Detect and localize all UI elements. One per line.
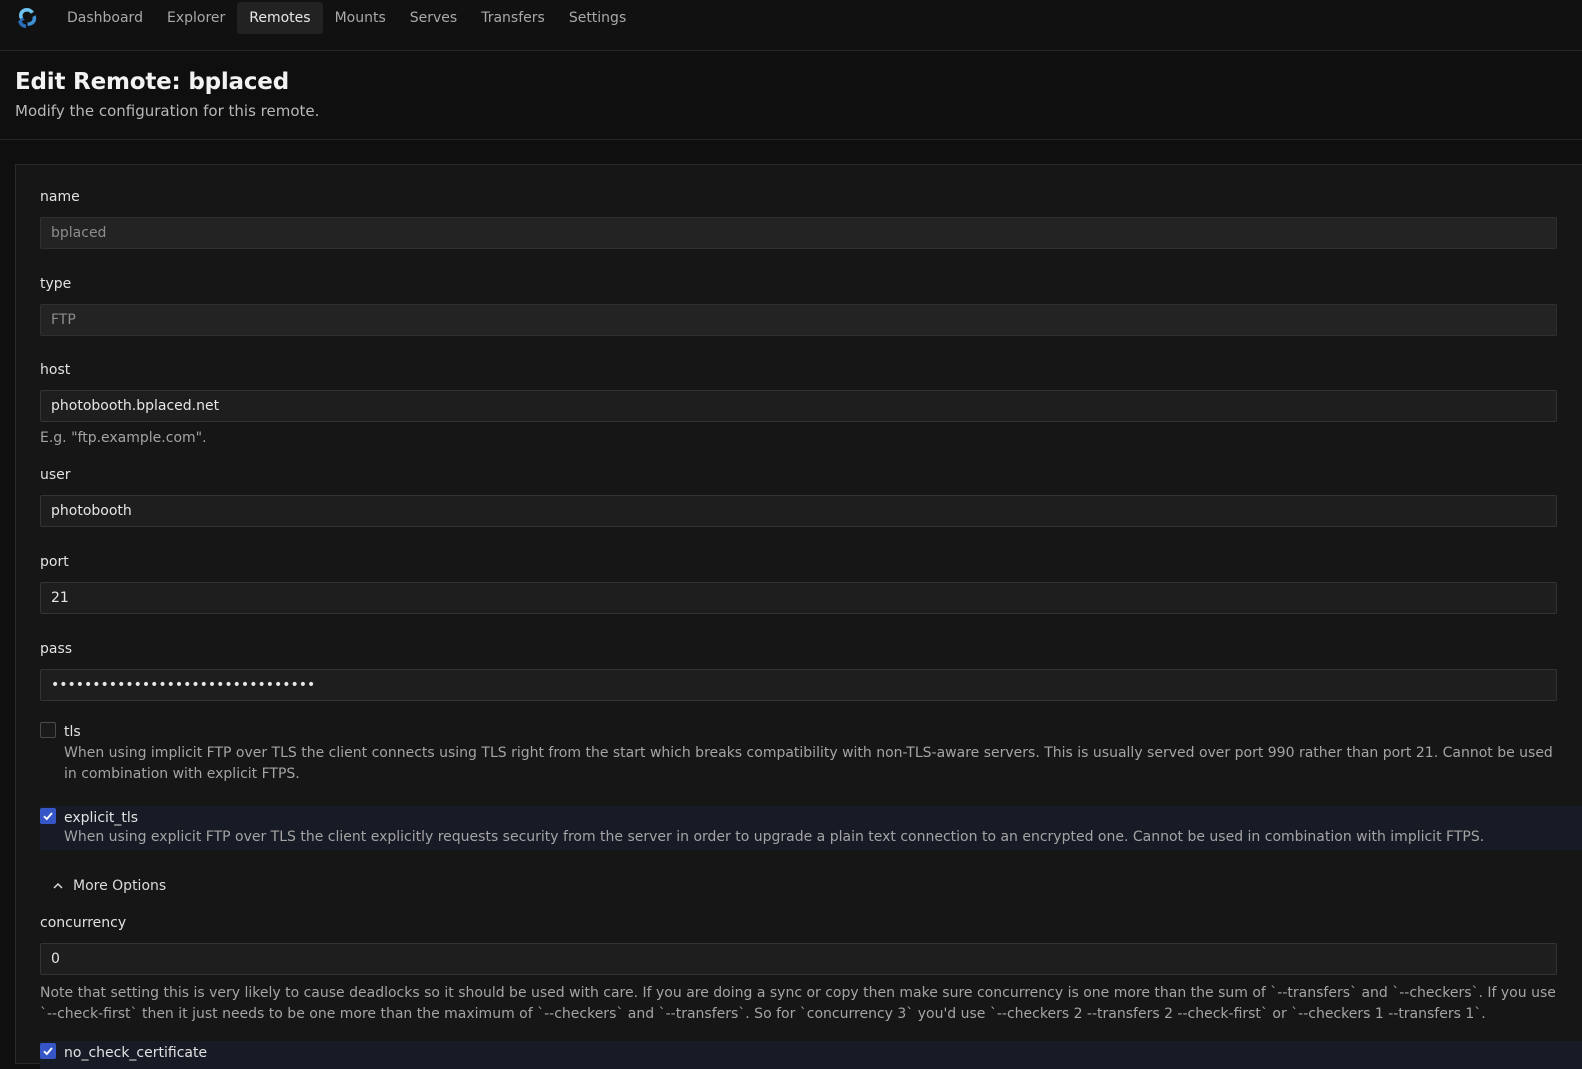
user-label: user (40, 467, 71, 483)
nav-serves[interactable]: Serves (398, 2, 469, 34)
port-input[interactable] (40, 582, 1557, 614)
checkmark-icon (43, 812, 53, 821)
no-check-certificate-checkbox[interactable] (40, 1043, 56, 1059)
nav-settings[interactable]: Settings (557, 2, 638, 34)
page-title: Edit Remote: bplaced (15, 69, 289, 95)
nav-transfers[interactable]: Transfers (469, 2, 557, 34)
name-input[interactable] (40, 217, 1557, 249)
nav-dashboard[interactable]: Dashboard (55, 2, 155, 34)
no-check-certificate-option: no_check_certificate (40, 1041, 1582, 1069)
name-label: name (40, 189, 80, 205)
concurrency-input[interactable] (40, 943, 1557, 975)
top-navigation: Dashboard Explorer Remotes Mounts Serves… (0, 0, 1582, 51)
more-options-label: More Options (73, 878, 167, 894)
field-port: port (40, 554, 1582, 614)
chevron-up-icon (53, 882, 63, 889)
port-label: port (40, 554, 69, 570)
field-pass: pass (40, 641, 1582, 701)
user-input[interactable] (40, 495, 1557, 527)
nav-remotes[interactable]: Remotes (237, 1, 323, 34)
host-label: host (40, 362, 71, 378)
remote-config-form: name type host E.g. "ftp.example.com". u… (15, 164, 1582, 1069)
tls-label: tls (64, 724, 81, 740)
concurrency-label: concurrency (40, 915, 127, 931)
tls-option: tls When using implicit FTP over TLS the… (40, 720, 1582, 785)
explicit-tls-option: explicit_tls When using explicit FTP ove… (40, 806, 1582, 850)
page-subtitle: Modify the configuration for this remote… (15, 102, 320, 120)
nav-explorer[interactable]: Explorer (155, 2, 237, 34)
page-header: Edit Remote: bplaced Modify the configur… (0, 51, 1582, 140)
checkmark-icon (43, 1047, 53, 1056)
explicit-tls-checkbox[interactable] (40, 808, 56, 824)
field-concurrency: concurrency Note that setting this is ve… (40, 915, 1582, 1025)
concurrency-hint: Note that setting this is very likely to… (40, 985, 1556, 1022)
rclone-logo-icon[interactable] (15, 6, 39, 30)
field-type: type (40, 276, 1582, 336)
tls-checkbox[interactable] (40, 722, 56, 738)
field-name: name (40, 189, 1582, 249)
host-input[interactable] (40, 390, 1557, 422)
type-label: type (40, 276, 72, 292)
type-input[interactable] (40, 304, 1557, 336)
field-user: user (40, 467, 1582, 527)
more-options-toggle[interactable]: More Options (52, 874, 1582, 898)
pass-input[interactable] (40, 669, 1557, 701)
nav-mounts[interactable]: Mounts (323, 2, 398, 34)
tls-description: When using implicit FTP over TLS the cli… (64, 745, 1553, 782)
field-host: host E.g. "ftp.example.com". (40, 362, 1582, 449)
pass-label: pass (40, 641, 73, 657)
explicit-tls-description: When using explicit FTP over TLS the cli… (64, 829, 1485, 845)
explicit-tls-label: explicit_tls (64, 810, 139, 826)
host-hint: E.g. "ftp.example.com". (40, 430, 207, 446)
